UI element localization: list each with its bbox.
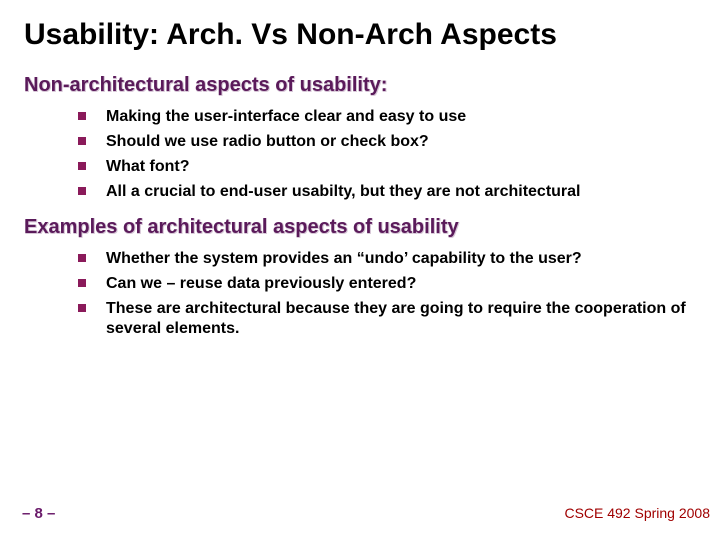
square-bullet-icon bbox=[78, 162, 86, 170]
square-bullet-icon bbox=[78, 304, 86, 312]
list-item: Should we use radio button or check box? bbox=[78, 132, 696, 152]
bullet-text: All a crucial to end-user usabilty, but … bbox=[106, 182, 696, 202]
slide-title: Usability: Arch. Vs Non-Arch Aspects bbox=[24, 18, 696, 52]
square-bullet-icon bbox=[78, 279, 86, 287]
bullet-text: Whether the system provides an “undo’ ca… bbox=[106, 249, 696, 269]
list-item: Can we – reuse data previously entered? bbox=[78, 274, 696, 294]
bullet-text: These are architectural because they are… bbox=[106, 299, 696, 339]
list-item: These are architectural because they are… bbox=[78, 299, 696, 339]
list-item: Whether the system provides an “undo’ ca… bbox=[78, 249, 696, 269]
bullet-text: Can we – reuse data previously entered? bbox=[106, 274, 696, 294]
bullet-list-nonarch: Making the user-interface clear and easy… bbox=[24, 107, 696, 202]
list-item: What font? bbox=[78, 157, 696, 177]
square-bullet-icon bbox=[78, 254, 86, 262]
section-heading-nonarch: Non-architectural aspects of usability: bbox=[24, 74, 696, 97]
bullet-text: What font? bbox=[106, 157, 696, 177]
square-bullet-icon bbox=[78, 137, 86, 145]
course-label: CSCE 492 Spring 2008 bbox=[564, 505, 710, 521]
page-number: – 8 – bbox=[22, 505, 55, 522]
bullet-list-arch: Whether the system provides an “undo’ ca… bbox=[24, 249, 696, 339]
section-heading-arch: Examples of architectural aspects of usa… bbox=[24, 216, 696, 239]
bullet-text: Making the user-interface clear and easy… bbox=[106, 107, 696, 127]
list-item: Making the user-interface clear and easy… bbox=[78, 107, 696, 127]
square-bullet-icon bbox=[78, 187, 86, 195]
slide: Usability: Arch. Vs Non-Arch Aspects Non… bbox=[0, 0, 720, 540]
list-item: All a crucial to end-user usabilty, but … bbox=[78, 182, 696, 202]
footer: – 8 – CSCE 492 Spring 2008 bbox=[22, 505, 710, 522]
bullet-text: Should we use radio button or check box? bbox=[106, 132, 696, 152]
square-bullet-icon bbox=[78, 112, 86, 120]
